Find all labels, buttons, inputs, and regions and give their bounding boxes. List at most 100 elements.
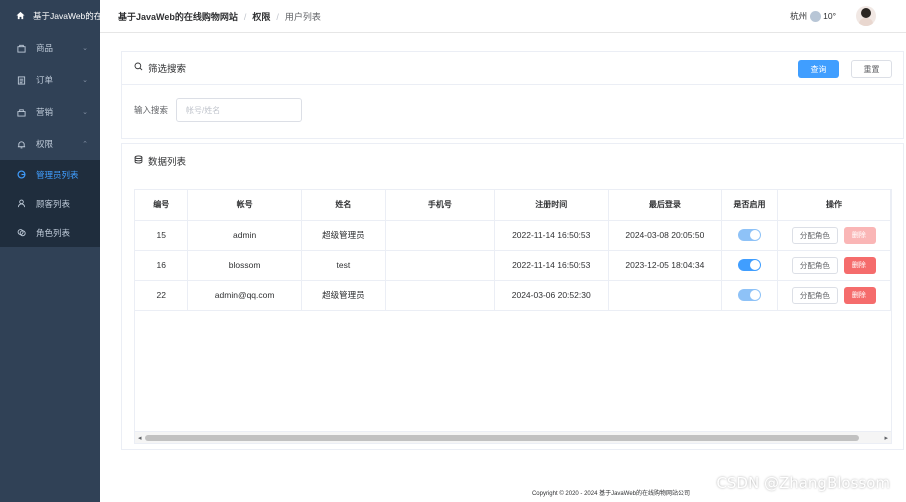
enabled-toggle[interactable] xyxy=(738,259,762,271)
user-icon xyxy=(16,199,26,208)
footer-copyright: Copyright © 2020 - 2024 基于JavaWeb的在线购物网站… xyxy=(531,491,690,497)
cell-actions: 分配角色 删除 xyxy=(777,250,891,281)
sidebar-item-label: 管理员列表 xyxy=(36,169,79,180)
cell-phone xyxy=(385,280,495,311)
home-icon xyxy=(16,11,25,22)
cell-enabled xyxy=(721,280,778,311)
cell-id: 15 xyxy=(135,220,189,251)
table-row: 16 blossom test 2022-11-14 16:50:53 2023… xyxy=(135,250,891,281)
breadcrumb-home[interactable]: 基于JavaWeb的在线购物网站 xyxy=(118,12,238,22)
cell-last-login: 2024-03-08 20:05:50 xyxy=(608,220,723,251)
scroll-left-icon[interactable]: ◂ xyxy=(138,434,142,442)
breadcrumb-current: 用户列表 xyxy=(284,11,321,22)
table-row: 15 admin 超级管理员 2022-11-14 16:50:53 2024-… xyxy=(135,220,891,251)
admin-list-icon xyxy=(16,170,26,179)
watermark: CSDN @ZhangBlossom xyxy=(716,474,890,492)
enabled-toggle[interactable] xyxy=(738,229,762,241)
table-row: 22 admin@qq.com 超级管理员 2024-03-06 20:52:3… xyxy=(135,280,891,311)
sidebar: 基于JavaWeb的在线购物网站 商品 ⌄ 订单 ⌄ 营销 ⌄ 权限 ⌃ 管理员… xyxy=(0,0,100,502)
breadcrumb-separator: / xyxy=(276,11,279,22)
sidebar-item-label: 权限 xyxy=(36,139,54,149)
weather-temperature: 10° xyxy=(823,11,836,21)
cell-last-login: 2023-12-05 18:04:34 xyxy=(608,250,723,281)
app-title: 基于JavaWeb的在线购物网站 xyxy=(33,11,100,21)
cell-last-login xyxy=(608,280,723,311)
delete-button[interactable]: 删除 xyxy=(843,226,876,244)
assign-role-button[interactable]: 分配角色 xyxy=(791,286,838,304)
sidebar-home[interactable]: 基于JavaWeb的在线购物网站 xyxy=(0,0,100,32)
cell-phone xyxy=(385,220,495,251)
cell-name: test xyxy=(301,250,386,281)
database-icon xyxy=(134,155,143,167)
admin-table: 编号 帐号 姓名 手机号 注册时间 最后登录 是否启用 操作 15 admin xyxy=(134,189,892,444)
column-header-actions: 操作 xyxy=(777,190,891,221)
cell-account: admin xyxy=(187,220,302,251)
assign-role-button[interactable]: 分配角色 xyxy=(791,226,838,244)
query-button[interactable]: 查询 xyxy=(798,60,839,78)
cell-enabled xyxy=(721,220,778,251)
order-icon xyxy=(16,75,26,85)
column-header-account: 帐号 xyxy=(187,190,302,221)
sidebar-item-label: 营销 xyxy=(36,107,54,117)
search-input-label: 输入搜索 xyxy=(134,105,169,115)
sidebar-item-permissions[interactable]: 权限 ⌃ xyxy=(0,128,100,160)
breadcrumb-permissions[interactable]: 权限 xyxy=(252,12,270,22)
sidebar-item-label: 订单 xyxy=(36,75,54,85)
filter-title: 筛选搜索 xyxy=(148,64,187,75)
top-header: 基于JavaWeb的在线购物网站 / 权限 / 用户列表 杭州 10° xyxy=(100,0,906,33)
reset-button[interactable]: 重置 xyxy=(851,60,892,78)
weather-cloud-icon xyxy=(810,10,822,22)
cell-registered: 2024-03-06 20:52:30 xyxy=(494,280,609,311)
data-list-header: 数据列表 xyxy=(122,144,903,178)
sidebar-item-role-list[interactable]: 角色列表 xyxy=(0,218,100,247)
search-icon xyxy=(134,62,143,74)
sidebar-item-goods[interactable]: 商品 ⌄ xyxy=(0,32,100,64)
scrollbar-thumb[interactable] xyxy=(145,435,859,441)
weather-city: 杭州 xyxy=(790,11,808,21)
role-icon xyxy=(16,228,26,237)
sidebar-item-label: 顾客列表 xyxy=(36,198,71,209)
sidebar-item-marketing[interactable]: 营销 ⌄ xyxy=(0,96,100,128)
data-list-title: 数据列表 xyxy=(148,157,187,168)
enabled-toggle[interactable] xyxy=(738,289,762,301)
cell-account: blossom xyxy=(187,250,302,281)
marketing-icon xyxy=(16,108,26,117)
breadcrumb: 基于JavaWeb的在线购物网站 / 权限 / 用户列表 xyxy=(118,10,321,23)
avatar[interactable] xyxy=(856,6,876,26)
filter-card: 筛选搜索 查询 重置 输入搜索 帐号/姓名 xyxy=(121,51,904,139)
filter-card-header: 筛选搜索 xyxy=(122,52,903,85)
scroll-right-icon[interactable]: ▸ xyxy=(884,434,888,442)
cell-phone xyxy=(385,250,495,281)
horizontal-scrollbar[interactable]: ◂ ▸ xyxy=(135,431,891,443)
bell-icon xyxy=(16,140,26,149)
delete-button[interactable]: 删除 xyxy=(843,256,876,274)
cell-account: admin@qq.com xyxy=(187,280,302,311)
column-header-phone: 手机号 xyxy=(385,190,495,221)
cell-actions: 分配角色 删除 xyxy=(777,280,891,311)
column-header-name: 姓名 xyxy=(301,190,386,221)
chevron-up-icon: ⌃ xyxy=(82,141,88,148)
table-header-row: 编号 帐号 姓名 手机号 注册时间 最后登录 是否启用 操作 xyxy=(135,190,891,221)
sidebar-item-label: 角色列表 xyxy=(36,227,71,238)
breadcrumb-separator: / xyxy=(243,11,247,22)
sidebar-item-admin-list[interactable]: 管理员列表 xyxy=(0,160,100,189)
column-header-id: 编号 xyxy=(135,190,189,221)
search-input[interactable]: 帐号/姓名 xyxy=(176,98,303,122)
column-header-last-login: 最后登录 xyxy=(608,190,723,221)
cell-enabled xyxy=(721,250,778,281)
delete-button[interactable]: 删除 xyxy=(843,286,876,304)
goods-icon xyxy=(16,44,26,53)
chevron-down-icon: ⌄ xyxy=(82,109,88,116)
sidebar-item-customer-list[interactable]: 顾客列表 xyxy=(0,189,100,218)
cell-name: 超级管理员 xyxy=(301,280,386,311)
cell-id: 16 xyxy=(135,250,189,281)
column-header-registered: 注册时间 xyxy=(494,190,609,221)
filter-row: 输入搜索 帐号/姓名 xyxy=(134,98,303,122)
cell-registered: 2022-11-14 16:50:53 xyxy=(494,250,609,281)
assign-role-button[interactable]: 分配角色 xyxy=(791,256,838,274)
main-content: 筛选搜索 查询 重置 输入搜索 帐号/姓名 数据列表 编号 帐号 姓名 手机号 … xyxy=(100,34,906,502)
cell-actions: 分配角色 删除 xyxy=(777,220,891,251)
data-list-card: 数据列表 编号 帐号 姓名 手机号 注册时间 最后登录 是否启用 操作 15 a… xyxy=(121,143,904,450)
column-header-enabled: 是否启用 xyxy=(721,190,778,221)
sidebar-item-orders[interactable]: 订单 ⌄ xyxy=(0,64,100,96)
